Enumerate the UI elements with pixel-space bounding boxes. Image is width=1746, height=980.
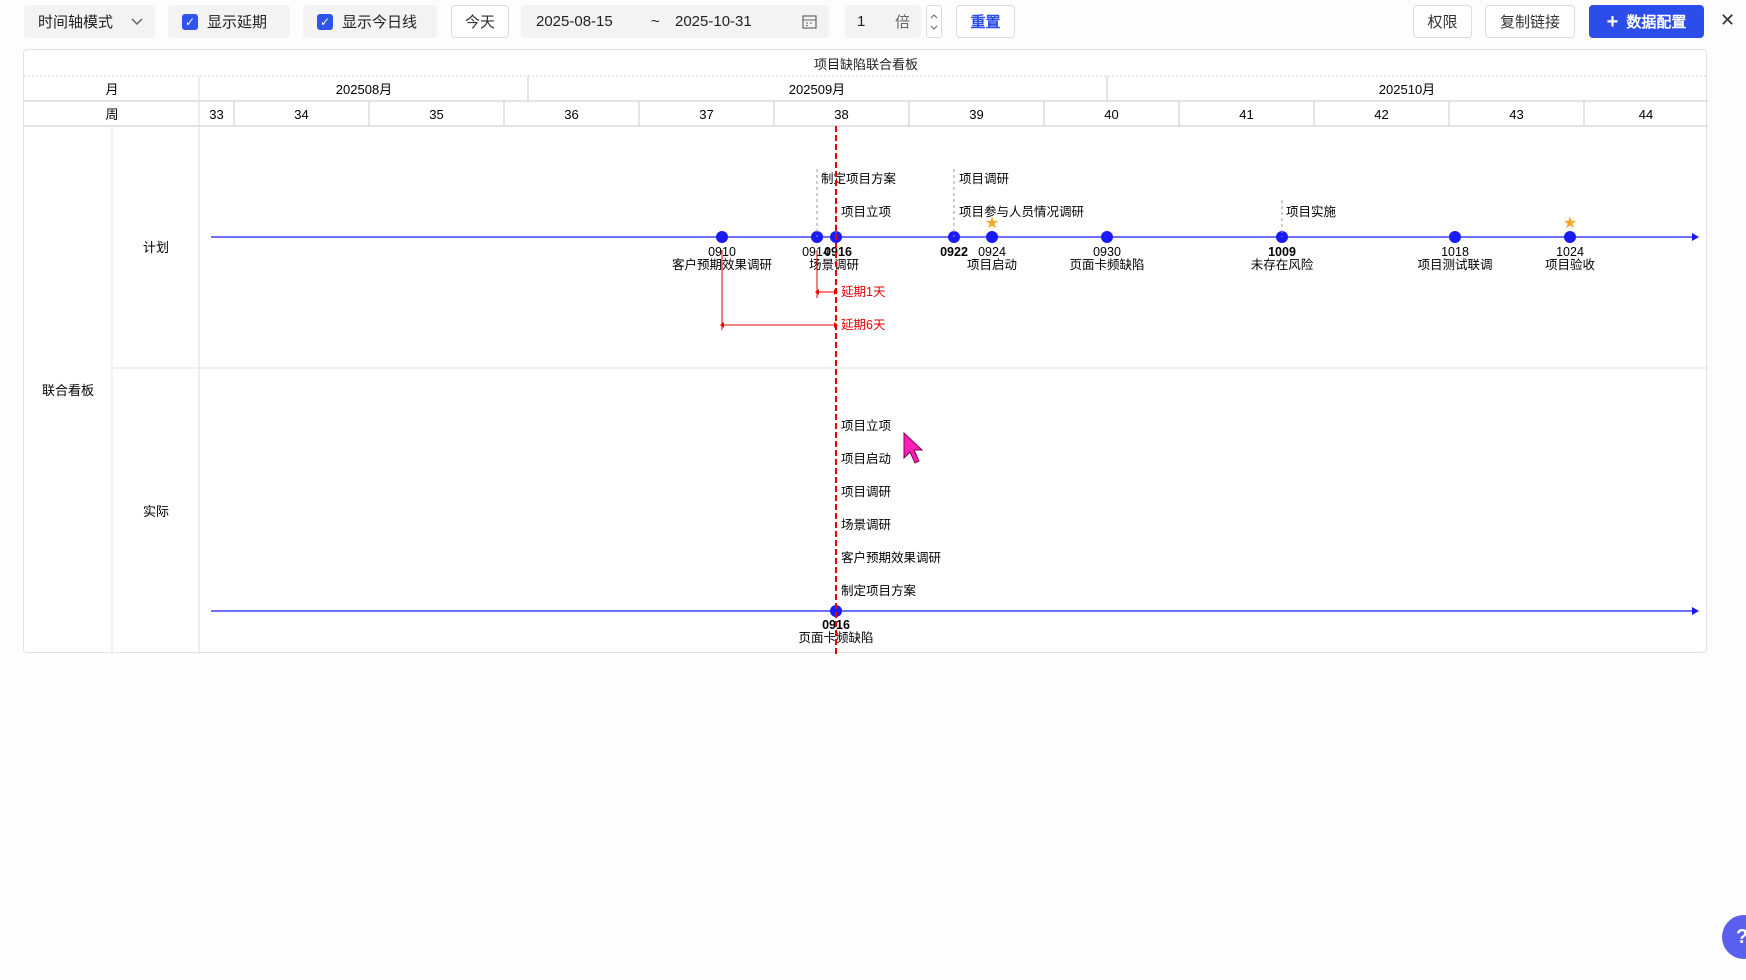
plan-milestone-dot[interactable] [986, 231, 998, 243]
data-config-label: 数据配置 [1626, 14, 1687, 31]
help-icon[interactable]: ? [1722, 915, 1746, 959]
checkbox-checked-icon: ✓ [317, 13, 333, 30]
actual-stack-label[interactable]: 场景调研 [841, 518, 891, 532]
close-icon[interactable]: ✕ [1720, 10, 1735, 31]
lane-label-plan: 计划 [143, 240, 169, 255]
checkbox-checked-icon: ✓ [182, 13, 198, 30]
show-delay-checkbox[interactable]: ✓ 显示延期 [168, 5, 290, 38]
lane-label-actual: 实际 [143, 504, 169, 519]
plan-milestone-dot[interactable] [1101, 231, 1113, 243]
today-button[interactable]: 今天 [451, 5, 509, 38]
row-label-month: 月 [105, 82, 118, 97]
group-label: 联合看板 [42, 383, 94, 398]
week-label: 44 [1639, 107, 1653, 122]
start-date-input[interactable]: 2025-08-15 [536, 13, 613, 30]
week-label: 36 [564, 107, 578, 122]
permission-button[interactable]: 权限 [1413, 5, 1472, 38]
plan-milestone-label: 未存在风险 [1251, 257, 1314, 272]
row-label-week: 周 [105, 107, 118, 122]
data-config-button[interactable]: + 数据配置 [1589, 5, 1704, 38]
week-label: 37 [699, 107, 713, 122]
plan-milestone-label: 场景调研 [809, 258, 859, 272]
gantt-board: 项目缺陷联合看板 月 周 202508月 202509月 202510月 33 3… [23, 49, 1708, 654]
actual-stack-label[interactable]: 项目启动 [841, 452, 891, 466]
plan-upper-label[interactable]: 项目实施 [1286, 204, 1337, 219]
week-label: 40 [1104, 107, 1118, 122]
date-separator: ~ [651, 13, 660, 30]
end-date-input[interactable]: 2025-10-31 [675, 13, 752, 30]
month-label: 202508月 [336, 82, 392, 97]
zoom-stepper[interactable]: 1 倍 [845, 5, 921, 38]
week-label: 33 [209, 107, 223, 122]
plan-milestone-date: 1024 [1556, 245, 1584, 259]
actual-stack-label[interactable]: 制定项目方案 [841, 583, 917, 598]
actual-stack-label[interactable]: 项目调研 [841, 485, 891, 499]
delay-label: 延期1天 [841, 285, 886, 299]
plan-milestone-date: 0922 [940, 245, 968, 259]
month-label: 202510月 [1379, 82, 1435, 97]
calendar-icon [802, 15, 817, 29]
plan-milestone-date: 1018 [1441, 245, 1469, 259]
star-icon: ★ [1563, 215, 1577, 232]
mode-select-label: 时间轴模式 [38, 14, 114, 31]
plan-milestone-date: 0930 [1093, 245, 1121, 259]
plan-milestone-dot[interactable] [1449, 231, 1461, 243]
plan-milestone-label: 项目验收 [1545, 257, 1596, 272]
actual-stack-label[interactable]: 客户预期效果调研 [841, 550, 941, 565]
plan-upper-label[interactable]: 制定项目方案 [821, 171, 897, 186]
plan-axis-arrow [1692, 233, 1699, 241]
week-label: 42 [1374, 107, 1388, 122]
toolbar: 时间轴模式 ✓ 显示延期 ✓ 显示今日线 今天 2025-08-15 ~ 202… [0, 0, 1746, 44]
week-label: 39 [969, 107, 983, 122]
plus-icon: + [1606, 10, 1619, 33]
spinner-icon[interactable] [926, 5, 942, 38]
plan-milestone-dot[interactable] [1564, 231, 1576, 243]
plan-milestone-label: 项目启动 [967, 258, 1017, 272]
actual-axis-arrow [1692, 607, 1699, 615]
zoom-unit: 倍 [895, 14, 911, 31]
week-label: 38 [834, 107, 848, 122]
actual-stack-label[interactable]: 项目立项 [841, 418, 891, 433]
plan-milestone-date: 0924 [978, 245, 1006, 259]
month-label: 202509月 [789, 82, 845, 97]
plan-upper-label[interactable]: 项目立项 [841, 204, 891, 219]
plan-milestone-label: 项目测试联调 [1417, 257, 1492, 272]
show-today-checkbox[interactable]: ✓ 显示今日线 [303, 5, 437, 38]
week-label: 34 [294, 107, 308, 122]
gantt-svg: 项目缺陷联合看板 月 周 202508月 202509月 202510月 33 3… [24, 57, 1708, 654]
date-range-picker[interactable]: 2025-08-15 ~ 2025-10-31 [521, 5, 829, 38]
zoom-value[interactable]: 1 [857, 13, 865, 30]
show-today-label: 显示今日线 [342, 14, 418, 31]
plan-milestone-date: 1009 [1268, 245, 1296, 259]
plan-milestone-label: 页面卡频缺陷 [1069, 257, 1144, 272]
week-label: 43 [1509, 107, 1523, 122]
copy-link-button[interactable]: 复制链接 [1485, 5, 1575, 38]
cursor-icon [903, 431, 924, 464]
week-label: 35 [429, 107, 443, 122]
delay-label: 延期6天 [841, 318, 886, 332]
plan-upper-label[interactable]: 项目参与人员情况调研 [959, 204, 1084, 219]
mode-select[interactable]: 时间轴模式 [24, 5, 155, 38]
chevron-down-icon [131, 18, 143, 26]
plan-milestone-date: 0916 [824, 245, 852, 259]
show-delay-label: 显示延期 [207, 14, 268, 31]
plan-upper-label[interactable]: 项目调研 [959, 172, 1009, 186]
week-label: 41 [1239, 107, 1253, 122]
reset-button[interactable]: 重置 [956, 5, 1015, 38]
plan-milestone-dot[interactable] [716, 231, 728, 243]
board-title: 项目缺陷联合看板 [814, 57, 918, 72]
